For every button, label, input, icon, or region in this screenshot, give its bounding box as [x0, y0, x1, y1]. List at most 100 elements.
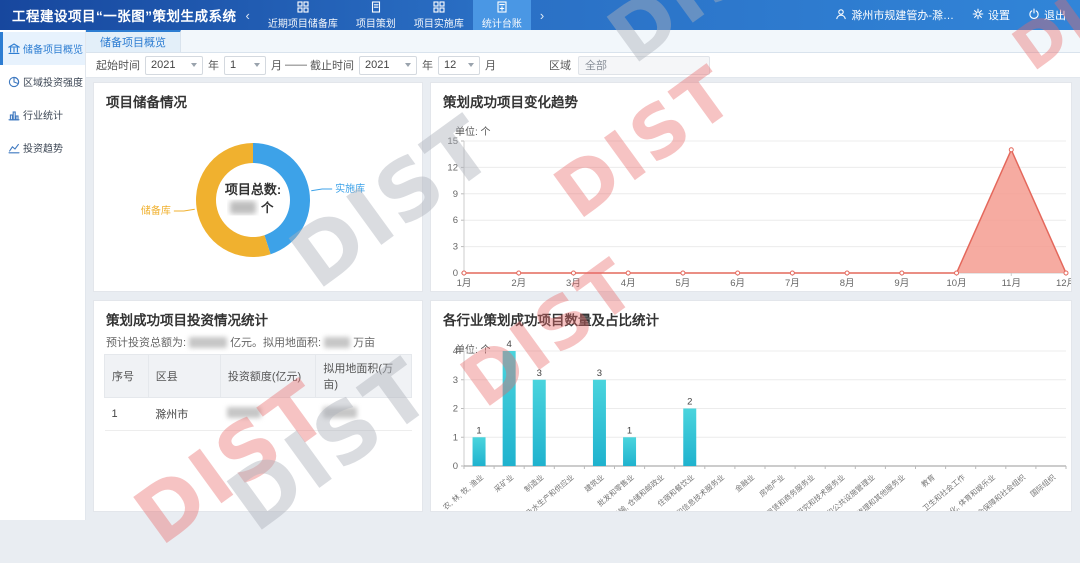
data-point[interactable]: [900, 271, 904, 275]
table-body: 1滁州市: [105, 398, 412, 431]
y-axis-label: 15: [447, 136, 458, 147]
user-icon: [835, 8, 847, 20]
data-point[interactable]: [626, 271, 630, 275]
donut-chart: 实施库储备库项目总数:个: [94, 83, 422, 291]
sidebar-item-0[interactable]: 储备项目概览: [0, 32, 85, 65]
y-axis-label: 4: [453, 346, 458, 357]
x-axis-label: 9月: [894, 278, 909, 289]
bar-value-label: 2: [687, 397, 692, 408]
redacted-value: [323, 407, 357, 418]
gear-icon: [972, 8, 984, 20]
table-header: 区县: [148, 355, 220, 398]
region-input[interactable]: 全部: [578, 56, 710, 75]
settings-button[interactable]: 设置: [972, 7, 1010, 23]
bar[interactable]: [473, 437, 486, 466]
chevron-down-icon: [191, 63, 197, 67]
bar[interactable]: [503, 351, 516, 466]
top-bar-right: 滁州市规建管办-滁… 设置 退出: [835, 7, 1080, 23]
chevron-down-icon: [254, 63, 260, 67]
table-header: 拟用地面积(万亩): [316, 355, 412, 398]
x-axis-label: 11月: [1002, 278, 1021, 289]
data-point[interactable]: [790, 271, 794, 275]
x-axis-label: 2月: [511, 278, 526, 289]
region-label: 区域: [549, 57, 571, 73]
start-month-select[interactable]: 1: [224, 56, 266, 75]
bar[interactable]: [623, 437, 636, 466]
bar-value-label: 3: [597, 368, 602, 379]
bar[interactable]: [593, 380, 606, 466]
x-axis-label: 采矿业: [492, 472, 516, 494]
table-header: 投资额度(亿元): [220, 355, 316, 398]
table-head: 序号区县投资额度(亿元)拟用地面积(万亩): [105, 355, 412, 398]
nav-item-3[interactable]: 统计台账: [473, 0, 531, 30]
redacted-value: [189, 337, 227, 348]
user-menu[interactable]: 滁州市规建管办-滁…: [835, 7, 954, 23]
summary-text: 预计投资总额为:: [106, 334, 186, 350]
nav-item-label: 项目策划: [356, 15, 396, 30]
y-axis-label: 1: [453, 432, 458, 443]
end-month-select[interactable]: 12: [438, 56, 480, 75]
chevron-down-icon: [468, 63, 474, 67]
sidebar-item-3[interactable]: 投资趋势: [0, 131, 85, 164]
nav-next-chevron-icon[interactable]: ›: [540, 8, 544, 23]
data-point[interactable]: [1009, 148, 1013, 152]
trend-chart-icon: [8, 142, 20, 154]
data-point[interactable]: [736, 271, 740, 275]
nav-prev-chevron-icon[interactable]: ‹: [246, 8, 250, 23]
nav-item-label: 近期项目储备库: [268, 15, 338, 30]
bank-icon: [8, 43, 20, 55]
start-year-select[interactable]: 2021: [145, 56, 203, 75]
nav-item-1[interactable]: 项目策划: [347, 0, 405, 30]
data-point[interactable]: [1064, 271, 1068, 275]
sidebar-item-1[interactable]: 区域投资强度: [0, 65, 85, 98]
y-axis-label: 9: [453, 189, 458, 200]
data-point[interactable]: [845, 271, 849, 275]
data-point[interactable]: [462, 271, 466, 275]
year-unit-label: 年: [208, 57, 219, 73]
x-axis-label: 制造业: [522, 472, 546, 494]
data-point[interactable]: [517, 271, 521, 275]
redacted-value: [230, 201, 256, 214]
tab-bar: 储备项目概览: [86, 30, 1080, 53]
area-chart: 036912151月2月3月4月5月6月7月8月9月10月11月12月: [431, 83, 1071, 291]
logout-button[interactable]: 退出: [1028, 7, 1066, 23]
sidebar-item-label: 行业统计: [23, 107, 63, 122]
start-year-value: 2021: [151, 59, 175, 71]
sidebar-item-label: 区域投资强度: [23, 74, 83, 89]
y-axis-label: 0: [453, 461, 458, 472]
donut-center-title: 项目总数:: [225, 182, 281, 197]
x-axis-label: 建筑业: [582, 472, 606, 494]
data-point[interactable]: [571, 271, 575, 275]
y-axis-label: 12: [447, 162, 458, 173]
bar[interactable]: [683, 409, 696, 467]
data-point[interactable]: [955, 271, 959, 275]
x-axis-label: 教育: [919, 472, 937, 490]
x-axis-label: 国际组织: [1028, 472, 1058, 499]
start-month-value: 1: [230, 59, 236, 71]
tab-reserve-overview[interactable]: 储备项目概览: [86, 30, 181, 52]
dashboard-content: 项目储备情况 实施库储备库项目总数:个 策划成功项目变化趋势 单位: 个 036…: [86, 76, 1080, 520]
x-axis-label: 7月: [785, 278, 800, 289]
summary-text: 亿元。拟用地面积:: [230, 334, 321, 350]
grid-icon: [297, 1, 309, 13]
panel-investment-stats: 策划成功项目投资情况统计 预计投资总额为: 亿元。拟用地面积: 万亩 序号区县投…: [93, 300, 423, 512]
filter-bar: 起始时间 2021 年 1 月 —— 截止时间 2021 年 12 月 区域 全…: [86, 53, 1080, 78]
table-cell: [316, 398, 412, 431]
end-year-select[interactable]: 2021: [359, 56, 417, 75]
y-axis-label: 6: [453, 215, 458, 226]
redacted-value: [227, 407, 261, 418]
chevron-down-icon: [405, 63, 411, 67]
nav-item-0[interactable]: 近期项目储备库: [259, 0, 347, 30]
sidebar-item-2[interactable]: 行业统计: [0, 98, 85, 131]
bar-value-label: 4: [507, 339, 512, 350]
table-header: 序号: [105, 355, 149, 398]
bar[interactable]: [533, 380, 546, 466]
data-point[interactable]: [681, 271, 685, 275]
bar-chart: 012341农, 林, 牧, 渔业4采矿业3制造业电力, 热力, 燃气及水生产和…: [431, 301, 1071, 511]
gear-icon: [972, 8, 984, 23]
nav-item-2[interactable]: 项目实施库: [405, 0, 473, 30]
user-icon: [835, 8, 847, 23]
redacted-value: [324, 337, 350, 348]
panel-success-trend: 策划成功项目变化趋势 单位: 个 036912151月2月3月4月5月6月7月8…: [430, 82, 1072, 292]
power-icon: [1028, 8, 1040, 23]
